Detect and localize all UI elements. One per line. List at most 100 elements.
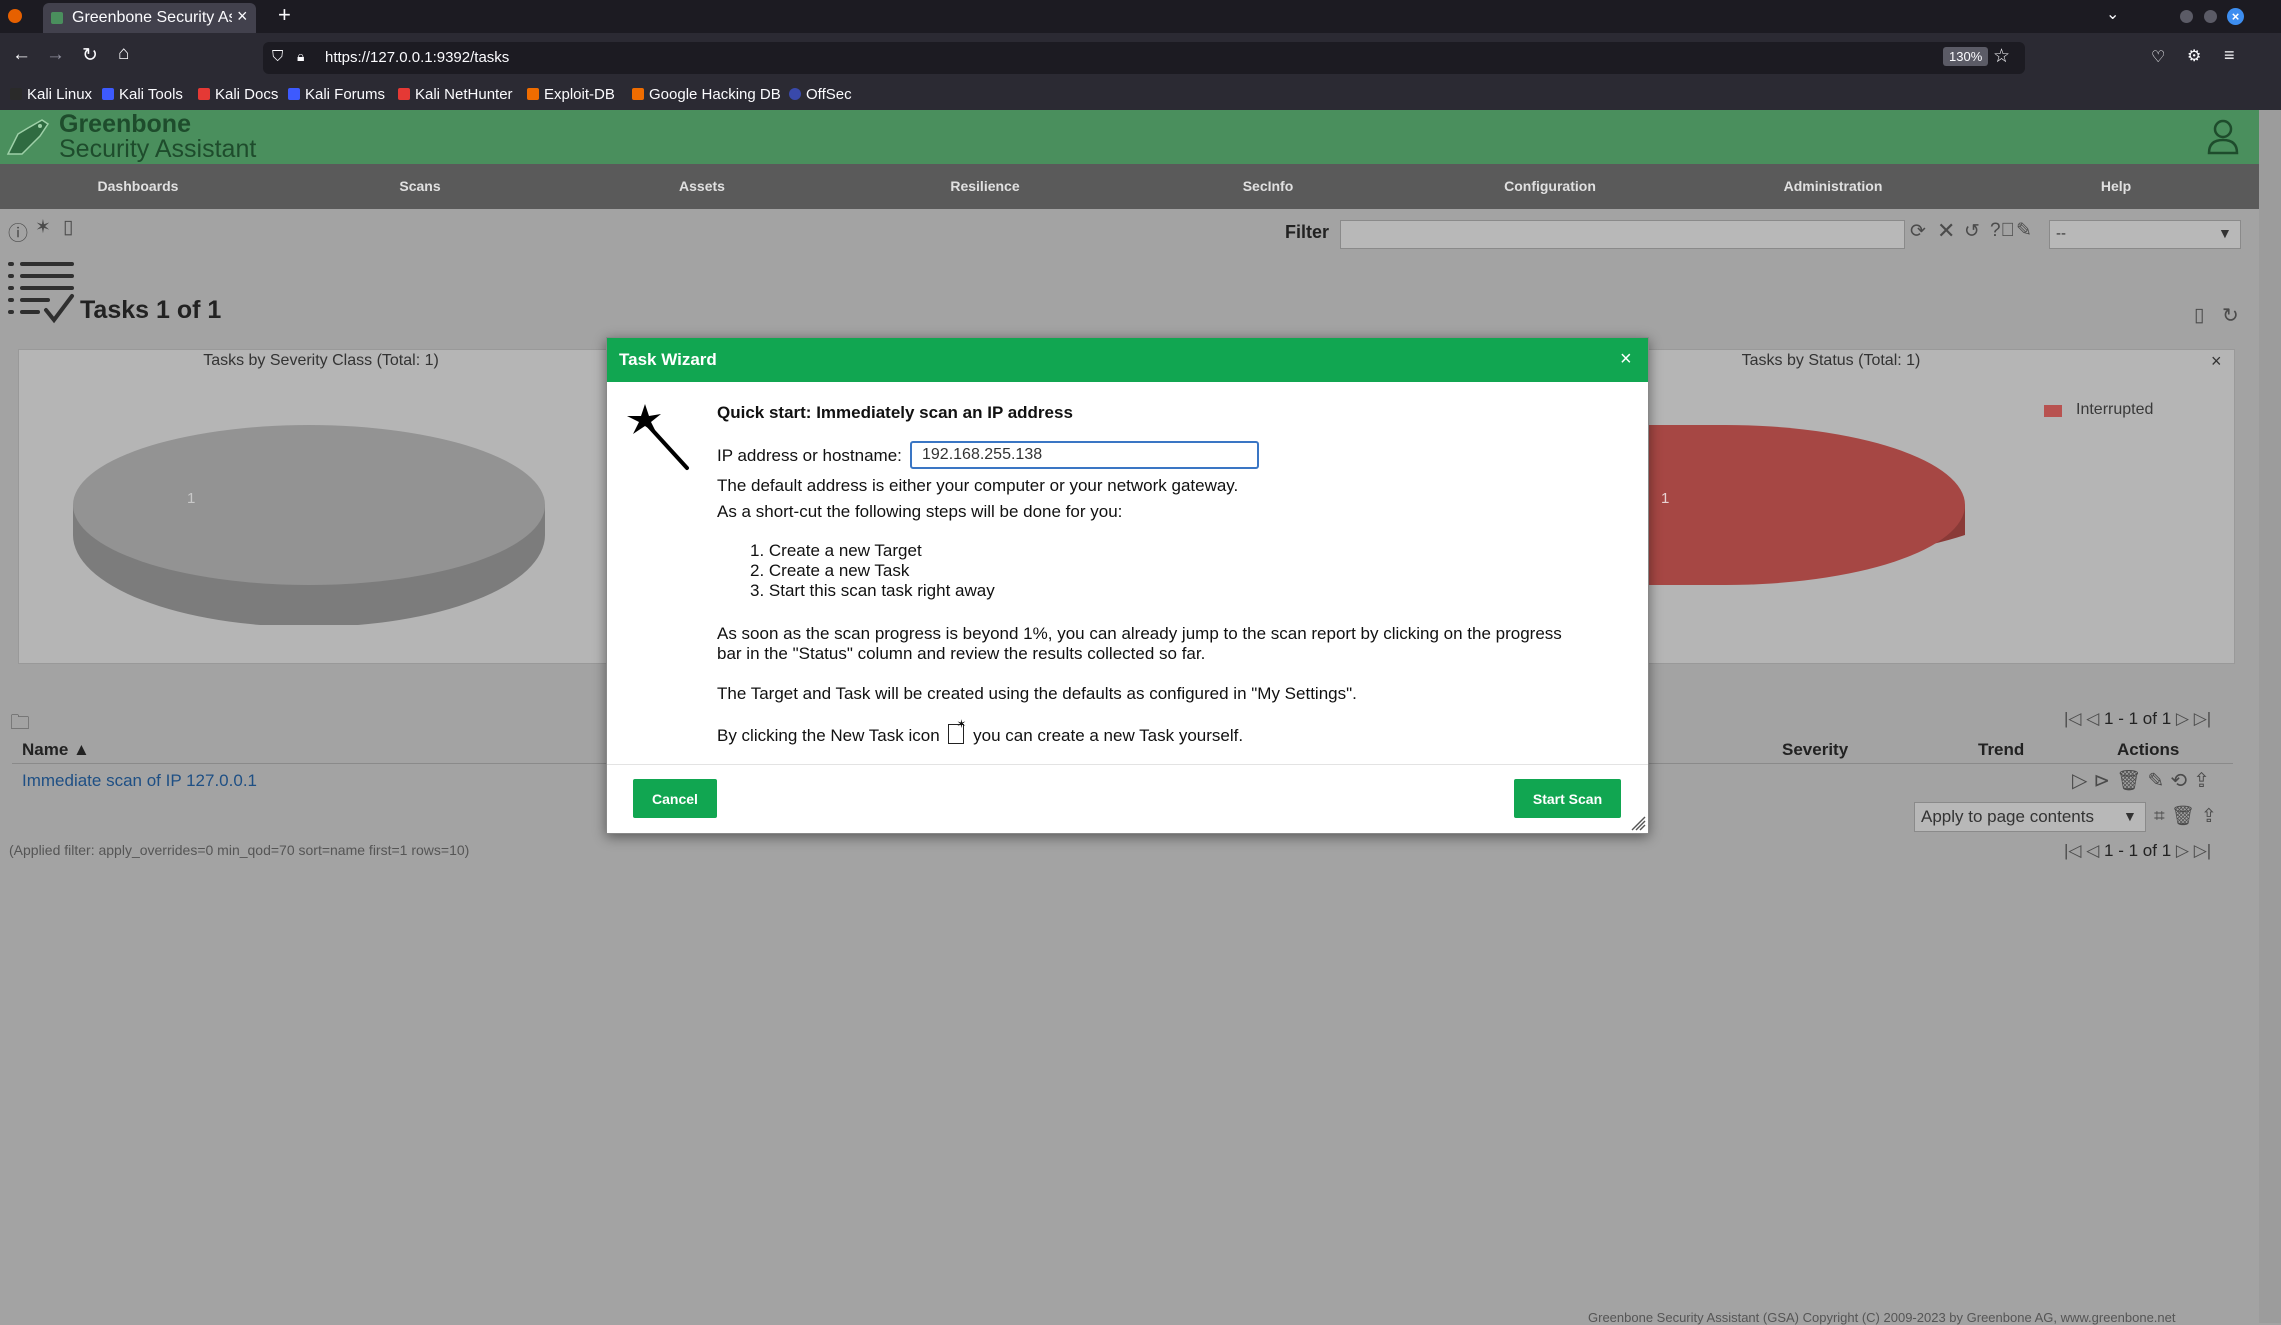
- forward-icon[interactable]: →: [46, 44, 65, 66]
- bookmark-item[interactable]: Kali Docs: [198, 83, 278, 105]
- page-scrollbar[interactable]: [2259, 110, 2281, 1323]
- start-icon[interactable]: ▷: [2072, 770, 2093, 792]
- legend-swatch: [2044, 405, 2062, 417]
- menu-resilience[interactable]: Resilience: [905, 178, 1065, 194]
- shield-icon[interactable]: ⛉: [272, 48, 283, 65]
- prev-page-icon[interactable]: ◁: [2086, 841, 2099, 860]
- menu-secinfo[interactable]: SecInfo: [1188, 178, 1348, 194]
- tab-title: Greenbone Security Assis: [72, 9, 232, 26]
- logo-title: Greenbone: [59, 110, 191, 138]
- refresh-filter-icon[interactable]: ⟳: [1910, 220, 1926, 243]
- menu-dashboards[interactable]: Dashboards: [58, 178, 218, 194]
- menu-help[interactable]: Help: [2036, 178, 2196, 194]
- next-page-icon[interactable]: ▷: [2176, 709, 2189, 728]
- url-text[interactable]: https://127.0.0.1:9392/tasks: [325, 49, 509, 66]
- exploit-db-icon: [527, 88, 539, 100]
- pagination-bottom[interactable]: |◁ ◁ 1 - 1 of 1 ▷ ▷|: [2064, 841, 2211, 861]
- dialog-header[interactable]: Task Wizard ×: [607, 338, 1648, 382]
- first-page-icon[interactable]: |◁: [2064, 709, 2082, 728]
- bookmark-item[interactable]: Kali Linux: [10, 83, 92, 105]
- bookmark-item[interactable]: Exploit-DB: [527, 83, 615, 105]
- filter-select[interactable]: -- ▼: [2049, 220, 2241, 249]
- pocket-icon[interactable]: ♡: [2151, 47, 2165, 67]
- firefox-icon: [8, 9, 22, 23]
- logo-subtitle: Security Assistant: [59, 135, 257, 163]
- clone-icon[interactable]: ⟲: [2170, 770, 2193, 792]
- filter-help-icon[interactable]: ?⃝: [1990, 220, 2015, 242]
- reload-charts-icon[interactable]: ↻: [2222, 303, 2239, 328]
- greenbone-logo-icon[interactable]: [4, 114, 54, 160]
- bookmark-item[interactable]: OffSec: [789, 83, 852, 105]
- home-icon[interactable]: ⌂: [118, 43, 129, 65]
- export-icon[interactable]: ⇪: [2193, 770, 2216, 792]
- bookmark-item[interactable]: Kali Tools: [102, 83, 183, 105]
- status-pie-chart[interactable]: [1639, 425, 1979, 625]
- ip-address-input[interactable]: [910, 441, 1259, 469]
- address-bar[interactable]: ⛉ 🔒︎ https://127.0.0.1:9392/tasks 130% ☆: [263, 42, 2025, 74]
- close-tab-icon[interactable]: ×: [237, 6, 248, 27]
- lock-icon[interactable]: 🔒︎: [297, 48, 304, 65]
- new-task-icon[interactable]: ▯: [2194, 304, 2204, 327]
- menu-configuration[interactable]: Configuration: [1470, 178, 1630, 194]
- menu-scans[interactable]: Scans: [340, 178, 500, 194]
- tag-icon[interactable]: ⌗: [2154, 806, 2171, 827]
- gsa-favicon-icon: [51, 12, 63, 24]
- edit-icon[interactable]: ✎: [2148, 770, 2171, 792]
- close-dialog-icon[interactable]: ×: [1620, 348, 1632, 371]
- browser-tab[interactable]: Greenbone Security Assis ×: [43, 3, 256, 34]
- pagination-text: 1 - 1 of 1: [2104, 709, 2172, 728]
- new-tab-icon[interactable]: +: [278, 2, 291, 28]
- zoom-level[interactable]: 130%: [1943, 47, 1989, 66]
- resize-handle-icon[interactable]: [1630, 815, 1646, 831]
- reset-filter-icon[interactable]: ↺: [1964, 220, 1980, 243]
- bookmark-item[interactable]: Kali Forums: [288, 83, 385, 105]
- menu-icon[interactable]: ≡: [2224, 45, 2235, 66]
- list-tabs-chevron-icon[interactable]: ⌄: [2106, 4, 2119, 24]
- last-page-icon[interactable]: ▷|: [2194, 709, 2212, 728]
- kali-tools-icon: [102, 88, 114, 100]
- export-icon[interactable]: ⇪: [2201, 806, 2223, 827]
- pagination-top[interactable]: |◁ ◁ 1 - 1 of 1 ▷ ▷|: [2064, 709, 2211, 729]
- task-wizard-dialog: Task Wizard × Quick start: Immediately s…: [606, 337, 1649, 834]
- magic-wand-icon: [625, 402, 691, 472]
- trash-icon[interactable]: 🗑︎: [2171, 806, 2201, 827]
- last-page-icon[interactable]: ▷|: [2194, 841, 2212, 860]
- resume-icon[interactable]: ⊳: [2093, 770, 2116, 792]
- chevron-down-icon: ▼: [2218, 225, 2232, 241]
- extensions-icon[interactable]: ⚙: [2187, 46, 2201, 66]
- column-name-header[interactable]: Name ▲: [22, 740, 90, 760]
- bulk-action-select[interactable]: Apply to page contents ▼: [1914, 802, 2146, 832]
- trash-icon[interactable]: 🗑︎: [2116, 770, 2147, 792]
- prev-page-icon[interactable]: ◁: [2086, 709, 2099, 728]
- wizard-icon[interactable]: ✶: [35, 216, 51, 239]
- column-severity-header[interactable]: Severity: [1782, 740, 1848, 760]
- folder-icon[interactable]: 🗀︎: [10, 708, 30, 742]
- close-chart-icon[interactable]: ×: [2211, 351, 2222, 372]
- next-page-icon[interactable]: ▷: [2176, 841, 2189, 860]
- start-scan-button[interactable]: Start Scan: [1514, 779, 1621, 818]
- task-name-link[interactable]: Immediate scan of IP 127.0.0.1: [22, 771, 257, 791]
- first-page-icon[interactable]: |◁: [2064, 841, 2082, 860]
- user-icon[interactable]: [2206, 118, 2240, 156]
- edit-filter-icon[interactable]: ✎: [2016, 219, 2032, 242]
- menu-assets[interactable]: Assets: [622, 178, 782, 194]
- close-window-icon[interactable]: ×: [2227, 8, 2244, 25]
- cancel-button[interactable]: Cancel: [633, 779, 717, 818]
- help-icon[interactable]: ⓘ: [8, 217, 28, 246]
- severity-pie-chart[interactable]: [69, 425, 549, 625]
- menu-administration[interactable]: Administration: [1753, 178, 1913, 194]
- back-icon[interactable]: ←: [12, 44, 31, 66]
- maximize-window-icon[interactable]: [2204, 10, 2217, 23]
- minimize-window-icon[interactable]: [2180, 10, 2193, 23]
- bookmark-item[interactable]: Kali NetHunter: [398, 83, 513, 105]
- bookmark-label: Exploit-DB: [544, 85, 615, 103]
- clear-filter-icon[interactable]: ✕: [1937, 218, 1955, 244]
- applied-filter-text: (Applied filter: apply_overrides=0 min_q…: [9, 842, 470, 858]
- reload-icon[interactable]: ↻: [82, 44, 98, 67]
- new-task-icon[interactable]: ▯: [63, 216, 73, 239]
- pie-slice-label: 1: [187, 490, 196, 507]
- row-actions: ▷⊳🗑︎✎⟲⇪: [2072, 768, 2216, 793]
- filter-input[interactable]: [1340, 220, 1905, 249]
- bookmark-star-icon[interactable]: ☆: [1993, 45, 2010, 68]
- bookmark-item[interactable]: Google Hacking DB: [632, 83, 781, 105]
